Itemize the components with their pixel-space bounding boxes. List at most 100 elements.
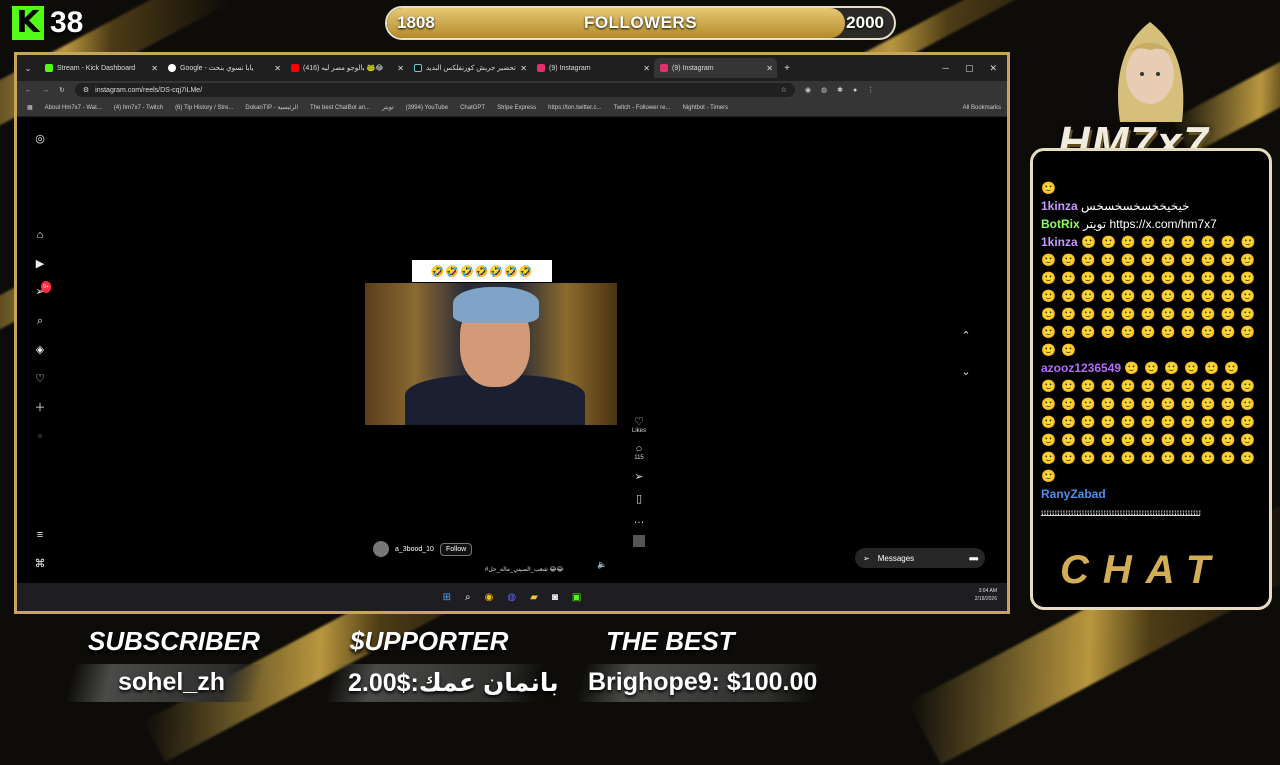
reel-username[interactable]: a_3bood_10 bbox=[395, 546, 434, 553]
reel-video-frame[interactable] bbox=[365, 283, 617, 425]
mute-icon[interactable]: 🔈 bbox=[597, 560, 607, 569]
avatar[interactable] bbox=[373, 541, 389, 557]
reels-icon[interactable]: ▶ bbox=[34, 258, 46, 270]
save-button[interactable]: ▯ bbox=[629, 492, 649, 505]
explore-icon[interactable]: ◈ bbox=[34, 344, 46, 356]
extension-icon[interactable]: ◉ bbox=[805, 86, 811, 94]
camera-icon[interactable]: ◙ bbox=[552, 592, 558, 603]
close-icon[interactable]: ✕ bbox=[274, 64, 281, 73]
subscriber-name: sohel_zh bbox=[118, 668, 225, 696]
notifications-icon[interactable]: ♡ bbox=[34, 373, 46, 385]
bookmark-item[interactable]: The best ChatBot an... bbox=[310, 105, 370, 111]
url-field[interactable]: ⚙ instagram.com/reels/DS-cqj7iLMe/☆ bbox=[74, 83, 795, 97]
close-icon[interactable]: ✕ bbox=[397, 64, 404, 73]
like-button[interactable]: ♡ Likes bbox=[629, 415, 649, 434]
followers-goal-bar: 1808 FOLLOWERS 2000 bbox=[385, 6, 896, 40]
share-button[interactable]: ➢ bbox=[629, 470, 649, 483]
chat-message: RanyZabad ﺋﺌﺌﺌﺌﺌﺌﺌﺌﺌﺌﺌﺌﺌﺌﺌﺌﺌﺌﺌﺌﺌﺌﺌﺌﺌﺌﺌﺌﺌﺌ… bbox=[1041, 487, 1202, 518]
bookmark-item[interactable]: (4) hm7x7 - Twitch bbox=[114, 105, 163, 111]
chat-spacer bbox=[1033, 151, 1269, 179]
site-info-icon[interactable]: ⚙ bbox=[83, 86, 89, 94]
tab-search-icon[interactable]: ⌄ bbox=[17, 64, 39, 73]
extension-icon[interactable]: ◍ bbox=[821, 86, 827, 94]
menu-icon[interactable]: ≡ bbox=[34, 529, 46, 541]
search-icon[interactable]: ⌕ bbox=[34, 315, 46, 327]
new-tab-button[interactable]: + bbox=[777, 63, 797, 74]
chrome-icon[interactable]: ◉ bbox=[485, 592, 494, 603]
more-menu-icon[interactable]: ⋮ bbox=[867, 86, 874, 94]
close-icon[interactable]: ✕ bbox=[520, 64, 527, 73]
forward-icon[interactable]: → bbox=[42, 87, 49, 94]
instagram-sidebar: ◎ ⌂ ▶ ➢ 9+ ⌕ ◈ ♡ ＋ ● ≡ ⌘ bbox=[17, 117, 65, 581]
bookmark-item[interactable]: (6) Tip History / Stre... bbox=[175, 105, 233, 111]
bookmark-item[interactable]: ChatGPT bbox=[460, 105, 485, 111]
home-icon[interactable]: ⌂ bbox=[34, 229, 46, 241]
chat-message: azooz1236549 🙂🙂🙂🙂🙂🙂🙂🙂🙂🙂🙂🙂🙂🙂🙂🙂🙂🙂🙂🙂🙂🙂🙂🙂🙂🙂🙂… bbox=[1041, 361, 1261, 483]
audio-thumb[interactable] bbox=[629, 535, 649, 549]
bookmarks-bar: ▦ About Hm7x7 - Wat... (4) hm7x7 - Twitc… bbox=[17, 99, 1007, 117]
tab-youtube[interactable]: (416) بالوجو مصر ليه 🐸😂 ✕ bbox=[285, 58, 408, 78]
apps-icon[interactable]: ▦ bbox=[27, 104, 33, 111]
discord-icon[interactable]: ◍ bbox=[507, 592, 516, 603]
folder-icon[interactable]: ▰ bbox=[530, 592, 538, 603]
tab-kick-dashboard[interactable]: Stream - Kick Dashboard ✕ bbox=[39, 58, 162, 78]
previous-reel-button[interactable]: ⌃ bbox=[959, 329, 973, 343]
windows-taskbar: ⊞ ⌕ ◉ ◍ ▰ ◙ ▣ 3:04 AM 2/18/2026 bbox=[17, 583, 1007, 611]
profile-icon[interactable]: ● bbox=[853, 87, 857, 94]
search-icon[interactable]: ⌕ bbox=[465, 592, 471, 603]
bookmark-item[interactable]: تويتر bbox=[382, 104, 394, 111]
next-reel-button[interactable]: ⌄ bbox=[959, 365, 973, 379]
bookmark-icon: ▯ bbox=[635, 493, 643, 505]
all-bookmarks[interactable]: All Bookmarks bbox=[963, 105, 1001, 111]
bookmark-item[interactable]: DokanTIP - الرئيسية bbox=[245, 104, 298, 111]
chat-title: CHAT bbox=[1060, 548, 1225, 592]
messages-icon: ➢ bbox=[863, 553, 870, 563]
bookmark-star-icon[interactable]: ☆ bbox=[781, 86, 787, 94]
share-icon: ➢ bbox=[634, 471, 644, 483]
message-avatars: ●●● bbox=[968, 553, 979, 563]
profile-icon[interactable]: ● bbox=[34, 430, 46, 442]
maximize-icon[interactable]: ▢ bbox=[965, 63, 974, 74]
chat-message: 1kinza 🙂🙂🙂🙂🙂🙂🙂🙂🙂🙂🙂🙂🙂🙂🙂🙂🙂🙂🙂🙂🙂🙂🙂🙂🙂🙂🙂🙂🙂🙂🙂🙂🙂… bbox=[1041, 235, 1261, 357]
follow-button[interactable]: Follow bbox=[439, 542, 473, 556]
close-icon[interactable]: ✕ bbox=[643, 64, 650, 73]
messages-badge: 9+ bbox=[41, 281, 51, 293]
windows-start-icon[interactable]: ⊞ bbox=[443, 592, 451, 603]
system-clock[interactable]: 3:04 AM 2/18/2026 bbox=[975, 587, 997, 603]
tab-tiktok[interactable]: تحضير جريش كورنفلكس البديد ✕ bbox=[408, 58, 531, 78]
subscriber-label: SUBSCRIBER bbox=[88, 626, 260, 656]
reel-player[interactable]: 🤣🤣🤣🤣🤣🤣🤣 a_3bood_10 Follow #شعب_الصيني_ما… bbox=[365, 129, 617, 579]
instagram-icon[interactable]: ◎ bbox=[34, 133, 46, 145]
browser-window: ⌄ Stream - Kick Dashboard ✕ Google - يابا… bbox=[14, 52, 1010, 614]
tab-google[interactable]: Google - يابا نسوي بنحث ✕ bbox=[162, 58, 285, 78]
reel-caption[interactable]: #شعب_الصيني_ماله_حل 😂😂 bbox=[485, 566, 564, 573]
bookmark-item[interactable]: Twitch - Follower re... bbox=[613, 105, 670, 111]
bookmark-item[interactable]: Stripe Express bbox=[497, 105, 536, 111]
bookmark-item[interactable]: https://ton.twitter.c... bbox=[548, 105, 601, 111]
tab-instagram-1[interactable]: (9) Instagram ✕ bbox=[531, 58, 654, 78]
best-label: THE BEST bbox=[606, 626, 735, 656]
messages-dock[interactable]: ➢ Messages ●●● bbox=[855, 548, 985, 568]
kick-follow-count: K 38 bbox=[12, 6, 83, 40]
video-figure-turban bbox=[453, 287, 539, 323]
chat-message: 🙂 bbox=[1041, 181, 1061, 195]
streamer-avatar-art bbox=[1118, 22, 1184, 122]
bookmark-item[interactable]: (3994) YouTube bbox=[406, 105, 448, 111]
close-window-icon[interactable]: ✕ bbox=[989, 63, 997, 74]
bookmark-item[interactable]: Nightbot - Timers bbox=[683, 105, 729, 111]
minimize-icon[interactable]: ─ bbox=[943, 63, 949, 74]
app-icon[interactable]: ▣ bbox=[572, 592, 581, 603]
messages-icon[interactable]: ➢ 9+ bbox=[34, 281, 51, 298]
back-icon[interactable]: ← bbox=[25, 87, 32, 94]
close-icon[interactable]: ✕ bbox=[151, 64, 158, 73]
comment-button[interactable]: ○ 115 bbox=[629, 443, 649, 461]
reload-icon[interactable]: ↻ bbox=[59, 86, 65, 94]
more-button[interactable]: … bbox=[629, 514, 649, 526]
create-icon[interactable]: ＋ bbox=[34, 402, 46, 414]
bookmark-item[interactable]: About Hm7x7 - Wat... bbox=[45, 105, 102, 111]
close-icon[interactable]: ✕ bbox=[766, 64, 773, 73]
puzzle-icon[interactable]: ✱ bbox=[837, 86, 843, 94]
apps-icon[interactable]: ⌘ bbox=[34, 558, 46, 570]
tab-instagram-active[interactable]: (9) Instagram ✕ bbox=[654, 58, 777, 78]
comment-icon: ○ bbox=[635, 443, 643, 455]
